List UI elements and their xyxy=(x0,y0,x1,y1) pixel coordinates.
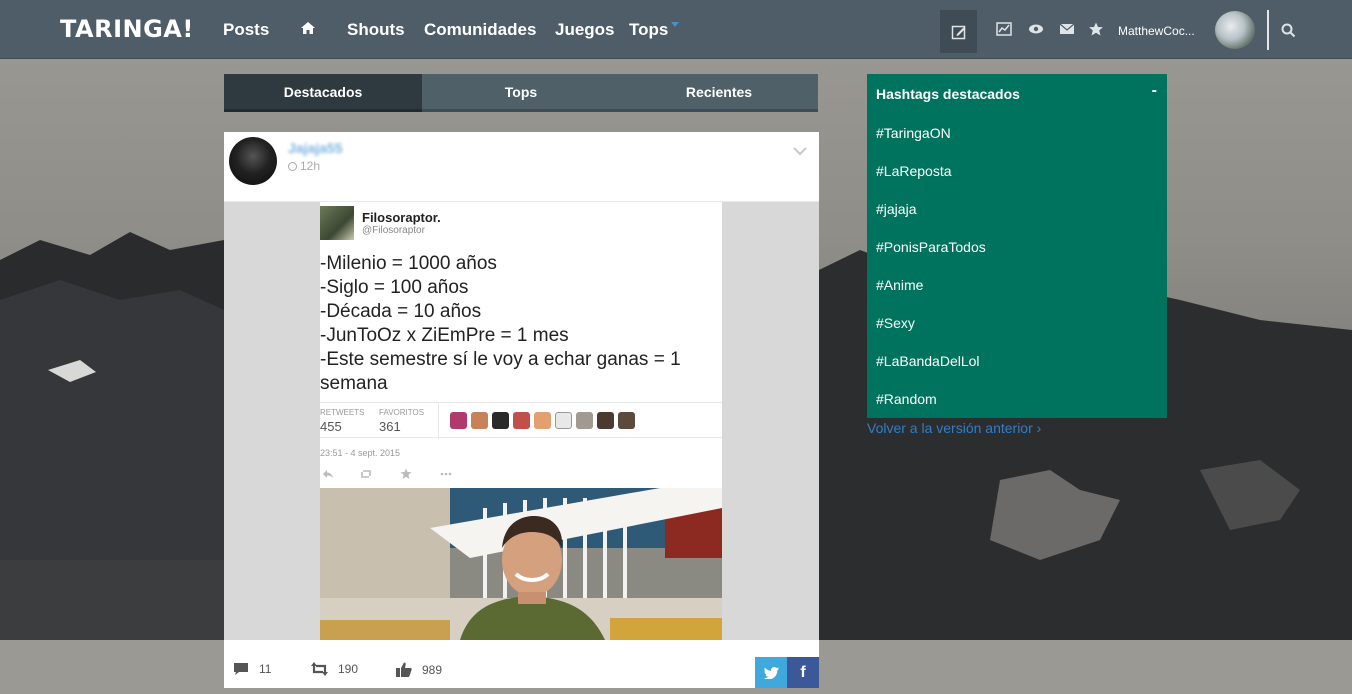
favoriter-avatar xyxy=(492,412,509,429)
tweet-line: -Década = 10 años xyxy=(320,301,482,322)
nav-tops[interactable]: Tops xyxy=(629,20,668,40)
hashtag-link[interactable]: #PonisParaTodos xyxy=(876,239,986,255)
post-timestamp: 12h xyxy=(288,159,320,173)
tweet-avatar xyxy=(320,206,354,240)
hashtag-link[interactable]: #TaringaON xyxy=(876,125,951,141)
share-facebook-button[interactable]: f xyxy=(787,657,819,688)
tweet-line: semana xyxy=(320,373,388,394)
hashtag-link[interactable]: #LaBandaDelLol xyxy=(876,353,980,369)
hashtag-link[interactable]: #jajaja xyxy=(876,201,916,217)
tweet-screenshot: Filosoraptor. @Filosoraptor -Milenio = 1… xyxy=(320,202,722,640)
tweet-photo xyxy=(320,488,722,640)
reshare-button[interactable]: 190 xyxy=(311,662,358,676)
mail-icon[interactable] xyxy=(1059,22,1075,36)
collapse-button[interactable]: - xyxy=(1152,82,1157,100)
favoriter-avatar xyxy=(618,412,635,429)
more-dots-icon xyxy=(440,472,452,476)
stats-icon[interactable] xyxy=(996,22,1012,36)
hashtags-panel-title: Hashtags destacados xyxy=(876,86,1020,102)
tweet-actions xyxy=(320,468,480,484)
hashtag-link[interactable]: #Sexy xyxy=(876,315,915,331)
reshare-icon xyxy=(311,662,328,676)
favoriter-avatar xyxy=(555,412,572,429)
taringa-logo[interactable]: TARINGA! xyxy=(60,15,194,43)
username-label[interactable]: MatthewCoc... xyxy=(1118,24,1195,38)
tweet-author-handle: @Filosoraptor xyxy=(362,225,425,236)
nav-juegos[interactable]: Juegos xyxy=(555,20,615,40)
like-button[interactable]: 989 xyxy=(396,662,442,677)
reshares-count: 190 xyxy=(338,662,359,676)
edit-icon xyxy=(951,25,965,39)
post-footer: 11 190 989 f xyxy=(224,640,819,688)
post-card: Jajaja55 12h Filosoraptor. @Filosoraptor… xyxy=(224,132,819,688)
nav-shouts[interactable]: Shouts xyxy=(347,20,405,40)
favoriter-avatar xyxy=(534,412,551,429)
hashtag-link[interactable]: #Random xyxy=(876,391,937,407)
comments-count: 11 xyxy=(259,662,272,676)
tweet-stats: RETWEETS 455 FAVORITOS 361 xyxy=(320,402,722,439)
retweets-label: RETWEETS xyxy=(320,408,365,417)
tab-tops[interactable]: Tops xyxy=(422,74,620,112)
share-twitter-button[interactable] xyxy=(755,657,787,688)
hashtag-link[interactable]: #Anime xyxy=(876,277,923,293)
tweet-author-name: Filosoraptor. xyxy=(362,210,441,225)
hashtags-panel: Hashtags destacados - #TaringaON #LaRepo… xyxy=(867,74,1167,418)
comments-button[interactable]: 11 xyxy=(233,662,271,676)
post-author-name[interactable]: Jajaja55 xyxy=(288,140,343,156)
tweet-line: -Siglo = 100 años xyxy=(320,277,469,298)
favoriter-avatar xyxy=(471,412,488,429)
chevron-down-icon[interactable] xyxy=(793,146,807,156)
favoriter-avatar xyxy=(597,412,614,429)
post-media[interactable]: Filosoraptor. @Filosoraptor -Milenio = 1… xyxy=(224,202,819,640)
tweet-text: -Milenio = 1000 años -Siglo = 100 años -… xyxy=(320,252,722,396)
tweet-line: -Este semestre sí le voy a echar ganas =… xyxy=(320,349,681,370)
hashtag-link[interactable]: #LaReposta xyxy=(876,163,952,179)
tweet-date: 23:51 - 4 sept. 2015 xyxy=(320,448,401,458)
likes-count: 989 xyxy=(422,662,443,677)
feed-tabs: Destacados Tops Recientes xyxy=(224,74,818,112)
favoriter-avatar xyxy=(450,412,467,429)
twitter-bird-icon xyxy=(763,666,779,679)
thumbs-up-icon xyxy=(396,662,412,677)
post-header: Jajaja55 12h xyxy=(224,132,819,202)
home-icon[interactable] xyxy=(300,20,316,36)
nav-comunidades[interactable]: Comunidades xyxy=(424,20,536,40)
tweet-line: -Milenio = 1000 años xyxy=(320,253,497,274)
tab-destacados[interactable]: Destacados xyxy=(224,74,422,112)
reply-icon xyxy=(323,470,333,479)
user-avatar[interactable] xyxy=(1215,11,1255,49)
new-post-button[interactable] xyxy=(940,10,977,53)
clock-icon xyxy=(288,162,297,171)
comment-icon xyxy=(234,663,248,675)
retweet-icon xyxy=(361,470,371,478)
previous-version-link[interactable]: Volver a la versión anterior › xyxy=(867,420,1041,436)
post-time-value: 12h xyxy=(300,159,321,173)
post-author-avatar[interactable] xyxy=(229,137,277,185)
top-navigation-bar: TARINGA! Posts Shouts Comunidades Juegos… xyxy=(0,0,1352,59)
tweet-line: -JunToOz x ZiEmPre = 1 mes xyxy=(320,325,569,346)
favoriter-avatar xyxy=(513,412,530,429)
eye-icon[interactable] xyxy=(1028,22,1044,36)
retweets-count: 455 xyxy=(320,419,342,434)
tops-dropdown-caret[interactable] xyxy=(671,22,679,27)
favorites-label: FAVORITOS xyxy=(379,408,425,417)
favorite-star-icon xyxy=(400,468,412,479)
favorites-count: 361 xyxy=(379,419,401,434)
tab-recientes[interactable]: Recientes xyxy=(620,74,818,112)
stats-divider xyxy=(438,403,439,439)
facebook-f-icon: f xyxy=(800,663,806,681)
favoriter-avatar xyxy=(576,412,593,429)
star-icon[interactable] xyxy=(1088,22,1104,36)
search-icon[interactable] xyxy=(1281,23,1296,38)
header-divider xyxy=(1267,10,1269,50)
nav-posts[interactable]: Posts xyxy=(223,20,269,40)
